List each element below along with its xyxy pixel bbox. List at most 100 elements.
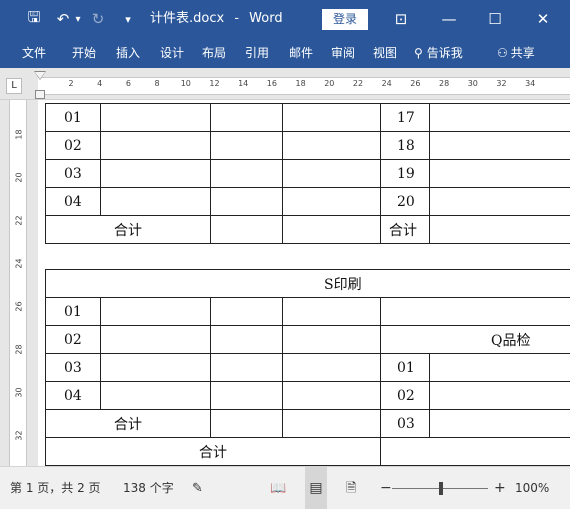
ruler-tick-label: 26 <box>14 301 24 312</box>
table-cell[interactable] <box>210 215 283 244</box>
table-cell[interactable]: 01 <box>380 353 430 382</box>
table-cell[interactable]: 20 <box>380 187 430 216</box>
table-cell[interactable]: 02 <box>45 325 101 354</box>
table-cell[interactable] <box>210 187 283 216</box>
vertical-ruler[interactable]: 18 20 22 24 26 28 30 32 <box>9 100 27 466</box>
tab-home[interactable]: 开始 <box>72 38 96 68</box>
tab-references[interactable]: 引用 <box>245 38 269 68</box>
zoom-out-button[interactable]: − <box>380 467 392 509</box>
table-cell[interactable]: 19 <box>380 159 430 188</box>
table-cell[interactable] <box>210 409 283 438</box>
table-cell[interactable] <box>429 381 570 410</box>
tab-layout[interactable]: 布局 <box>202 38 226 68</box>
table-cell[interactable] <box>282 353 381 382</box>
table-cell[interactable] <box>429 353 570 382</box>
maximize-icon[interactable]: ☐ <box>472 0 518 38</box>
table-cell[interactable]: 04 <box>45 187 101 216</box>
table-cell[interactable] <box>429 131 570 160</box>
table-cell[interactable] <box>100 159 211 188</box>
table-cell[interactable]: 04 <box>45 381 101 410</box>
table-cell[interactable] <box>100 187 211 216</box>
table-cell[interactable] <box>429 103 570 132</box>
total-cell[interactable]: 合计 <box>45 437 381 466</box>
table-cell[interactable]: 02 <box>45 131 101 160</box>
ruler-tick-label: 18 <box>14 129 24 140</box>
table-cell[interactable] <box>100 103 211 132</box>
tab-mailings[interactable]: 邮件 <box>289 38 313 68</box>
table-cell[interactable] <box>210 381 283 410</box>
table-cell[interactable] <box>429 187 570 216</box>
table-cell[interactable] <box>282 159 381 188</box>
table-cell[interactable] <box>210 159 283 188</box>
table-cell[interactable] <box>429 409 570 438</box>
share-button[interactable]: ⚇ 共享 <box>497 38 535 68</box>
table-cell[interactable] <box>429 159 570 188</box>
table-cell[interactable] <box>282 297 381 326</box>
app-name: Word <box>249 11 283 26</box>
horizontal-ruler[interactable]: 2 4 6 8 10 12 14 16 18 20 22 24 26 28 30 32 34 <box>38 77 570 95</box>
tab-insert[interactable]: 插入 <box>116 38 140 68</box>
undo-dropdown-icon[interactable]: ▾ <box>72 0 84 38</box>
table-cell[interactable] <box>380 437 570 466</box>
page-count[interactable]: 第 1 页，共 2 页 <box>10 467 101 509</box>
zoom-in-button[interactable]: + <box>494 467 506 509</box>
table-cell[interactable] <box>210 131 283 160</box>
document-area[interactable]: 01 17 02 18 03 19 04 20 合计 合计 S印刷 01 02 … <box>38 100 570 466</box>
table-cell[interactable] <box>380 297 570 326</box>
table-cell[interactable] <box>282 325 381 354</box>
table-cell[interactable] <box>429 215 570 244</box>
total-cell[interactable]: 合计 <box>45 409 211 438</box>
table-cell[interactable]: 18 <box>380 131 430 160</box>
table-cell[interactable]: 01 <box>45 103 101 132</box>
table-cell[interactable] <box>282 187 381 216</box>
table-cell[interactable] <box>100 381 211 410</box>
redo-icon[interactable]: ↻ <box>88 0 108 38</box>
table-cell[interactable] <box>100 325 211 354</box>
table-cell[interactable]: 03 <box>380 409 430 438</box>
minimize-icon[interactable]: — <box>426 0 472 38</box>
table-cell[interactable]: 02 <box>380 381 430 410</box>
table-cell[interactable] <box>282 381 381 410</box>
ribbon-display-options-icon[interactable]: ⊡ <box>378 0 424 38</box>
word-count[interactable]: 138 个字 <box>123 467 174 509</box>
table-cell[interactable] <box>100 131 211 160</box>
total-cell[interactable]: 合计 <box>380 215 430 244</box>
table-cell[interactable] <box>282 103 381 132</box>
table-cell[interactable] <box>282 131 381 160</box>
header-cell[interactable]: S印刷 <box>45 269 570 298</box>
tab-selector[interactable]: L <box>6 78 22 94</box>
table-cell[interactable]: 17 <box>380 103 430 132</box>
proofing-icon[interactable]: ✎ <box>192 467 203 509</box>
ruler-tick-label: 10 <box>180 79 191 88</box>
table-cell[interactable] <box>210 297 283 326</box>
table-cell[interactable] <box>282 409 381 438</box>
undo-icon[interactable]: ↶ <box>54 0 72 38</box>
table-cell[interactable] <box>100 297 211 326</box>
table-cell[interactable]: 01 <box>45 297 101 326</box>
tab-review[interactable]: 审阅 <box>331 38 355 68</box>
save-icon[interactable]: 🖫 <box>22 0 46 38</box>
zoom-slider-thumb[interactable] <box>439 482 443 495</box>
table-cell[interactable]: 03 <box>45 353 101 382</box>
tab-file[interactable]: 文件 <box>22 38 46 68</box>
table-cell[interactable]: Q品检 <box>380 325 570 354</box>
login-button[interactable]: 登录 <box>322 9 368 30</box>
table-cell[interactable] <box>210 325 283 354</box>
read-mode-icon[interactable]: 📖 <box>270 467 286 509</box>
total-cell[interactable]: 合计 <box>45 215 211 244</box>
web-layout-icon[interactable]: 🗎 <box>346 467 356 509</box>
table-cell[interactable]: 03 <box>45 159 101 188</box>
zoom-level[interactable]: 100% <box>515 467 549 509</box>
print-layout-icon[interactable]: ▤ <box>305 467 327 509</box>
table-cell[interactable] <box>100 353 211 382</box>
ruler-tick-label: 22 <box>14 215 24 226</box>
close-icon[interactable]: ✕ <box>520 0 566 38</box>
table-cell[interactable] <box>210 353 283 382</box>
table-cell[interactable] <box>282 215 381 244</box>
tab-design[interactable]: 设计 <box>160 38 184 68</box>
left-indent-marker[interactable] <box>35 90 45 99</box>
customize-quick-access-icon[interactable]: ▾ <box>120 0 136 38</box>
tab-view[interactable]: 视图 <box>373 38 397 68</box>
table-cell[interactable] <box>210 103 283 132</box>
tell-me-search[interactable]: ⚲ 告诉我 <box>414 38 463 68</box>
